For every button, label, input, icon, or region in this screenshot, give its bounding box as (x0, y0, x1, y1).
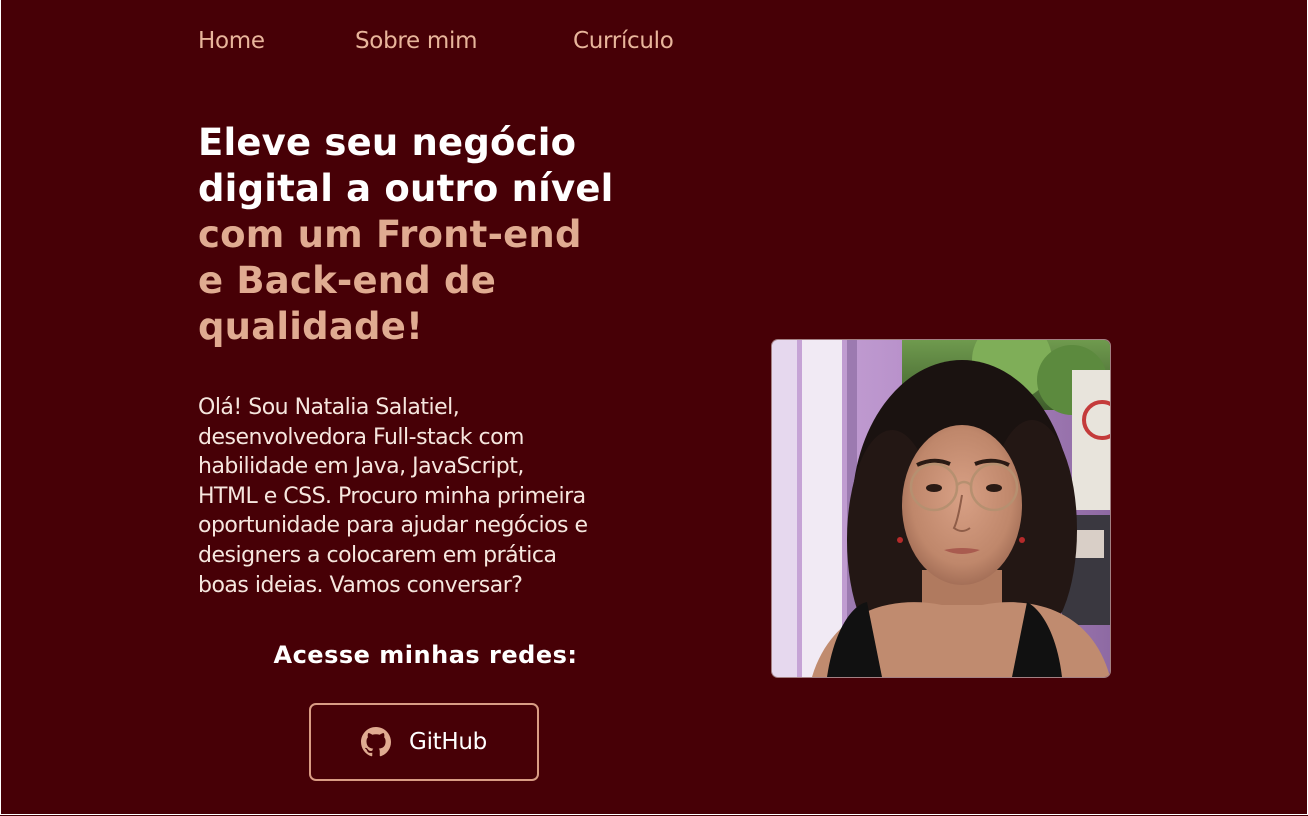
profile-photo (772, 340, 1110, 677)
headline-accent-line-3: qualidade! (198, 305, 424, 348)
intro-line: designers a colocarem em prática (198, 542, 557, 568)
headline-accent-line-1: com um Front-end (198, 213, 582, 256)
intro-line: habilidade em Java, JavaScript, (198, 454, 524, 480)
headline-accent-line-2: e Back-end de (198, 259, 497, 302)
intro-paragraph: Olá! Sou Natalia Salatiel, desenvolvedor… (198, 393, 678, 600)
intro-line: oportunidade para ajudar negócios e (198, 513, 588, 539)
intro-line: desenvolvedora Full-stack com (198, 424, 524, 450)
socials-title: Acesse minhas redes: (273, 641, 578, 669)
github-button-label: GitHub (409, 729, 487, 755)
nav-curriculo-link[interactable]: Currículo (573, 26, 674, 56)
hero-headline: Eleve seu negócio digital a outro nível … (198, 120, 698, 350)
github-button[interactable]: GitHub (309, 703, 539, 781)
nav-home-link[interactable]: Home (198, 26, 265, 56)
headline-line-2: digital a outro nível (198, 167, 614, 210)
intro-line: boas ideias. Vamos conversar? (198, 572, 523, 598)
intro-line: Olá! Sou Natalia Salatiel, (198, 395, 460, 420)
nav-sobre-mim-link[interactable]: Sobre mim (355, 26, 477, 56)
github-icon (361, 727, 392, 757)
headline-line-1: Eleve seu negócio (198, 121, 577, 164)
intro-line: HTML e CSS. Procuro minha primeira (198, 483, 586, 509)
